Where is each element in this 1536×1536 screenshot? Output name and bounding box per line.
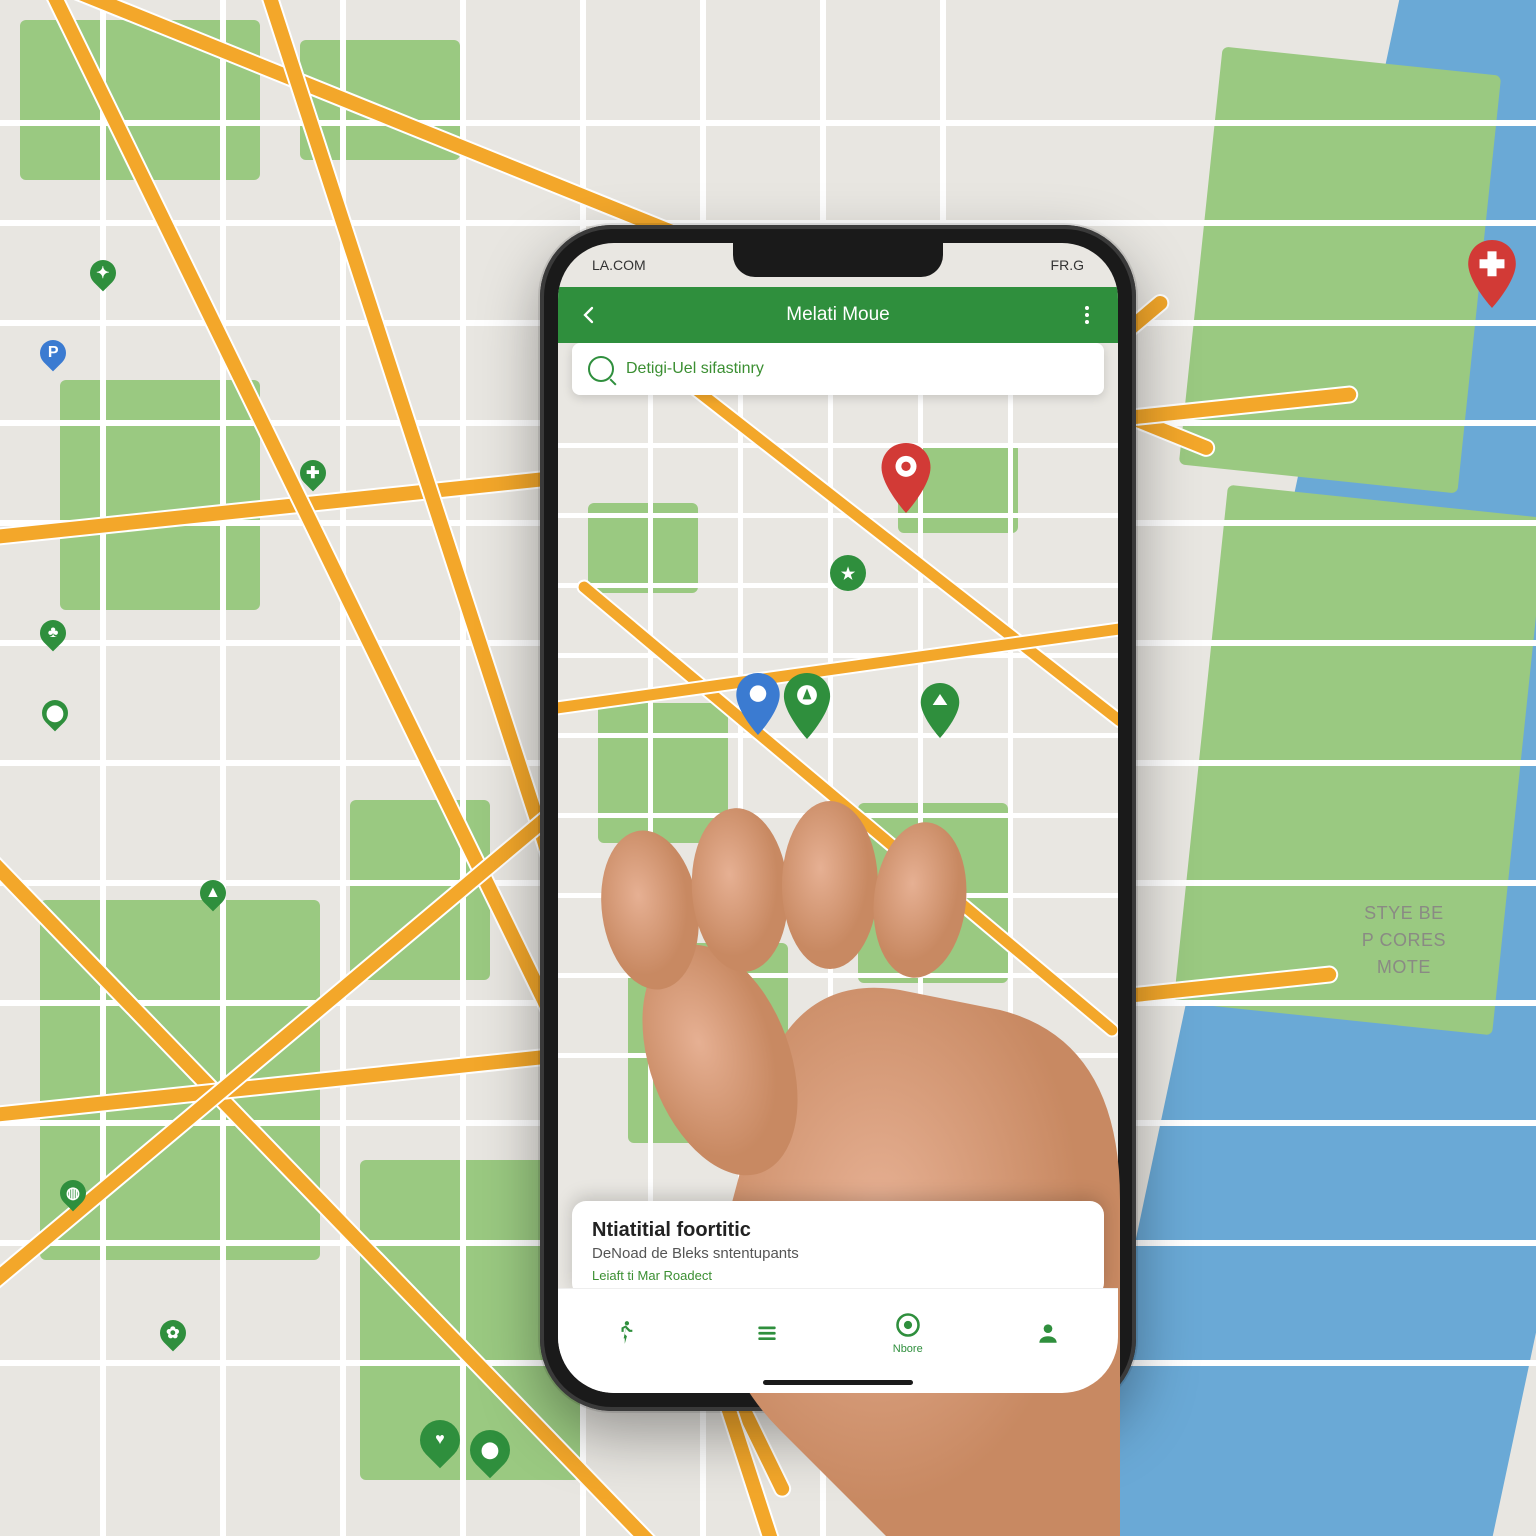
app-title: Melati Moue	[602, 304, 1074, 326]
map-pin-green[interactable]: ★	[828, 553, 868, 593]
park-block	[598, 703, 728, 843]
road-minor	[558, 893, 1118, 898]
park-block	[60, 380, 260, 610]
walk-icon	[614, 1319, 642, 1347]
search-icon	[588, 356, 614, 382]
place-link[interactable]: Leiaft ti Mar Roadect	[592, 1268, 1084, 1283]
search-placeholder: Detigi-Uel sifastinry	[626, 360, 764, 378]
tab-list[interactable]	[753, 1319, 781, 1347]
map-area-label-line: STYE BE	[1362, 900, 1446, 927]
svg-text:★: ★	[841, 566, 856, 583]
road-minor	[558, 443, 1118, 448]
road-minor	[558, 513, 1118, 518]
poi-pin-icon: ✿	[155, 1315, 192, 1352]
road-minor	[828, 393, 833, 1293]
poi-pin-icon: P	[35, 335, 72, 372]
map-pin-green-small[interactable]	[648, 983, 678, 1013]
phone-screen: LA.COM FR.G Melati Moue Detigi-Uel sifas…	[558, 243, 1118, 1393]
dot-icon	[1085, 313, 1089, 317]
dot-icon	[1085, 320, 1089, 324]
road-minor	[1008, 393, 1013, 1293]
poi-pin-icon: ⬤	[37, 695, 74, 732]
search-bar[interactable]: Detigi-Uel sifastinry	[572, 343, 1104, 395]
road-minor	[100, 0, 106, 1536]
poi-pin-icon: ✦	[85, 255, 122, 292]
road-minor	[558, 733, 1118, 738]
road-minor	[460, 0, 466, 1536]
tab-label: Nbore	[893, 1343, 923, 1355]
place-title: Ntiatitial foortitic	[592, 1219, 1084, 1242]
location-icon	[894, 1311, 922, 1339]
map-area-label-line: MOTE	[1362, 954, 1446, 981]
road-minor	[0, 120, 1536, 126]
stage: ✦ ♣ ⬤ P ✚ ▲ ◍ ✿ ♥ ⬤ STYE BE P CORES MOTE	[0, 0, 1536, 1536]
list-icon	[753, 1319, 781, 1347]
tab-walk[interactable]	[614, 1319, 642, 1347]
phone-frame: LA.COM FR.G Melati Moue Detigi-Uel sifas…	[540, 225, 1136, 1411]
map-pin-green[interactable]	[918, 683, 962, 738]
app-bar: Melati Moue	[558, 287, 1118, 343]
hospital-pin-icon	[1458, 240, 1526, 308]
road-minor	[918, 393, 923, 1293]
map-pin-green[interactable]	[780, 673, 834, 739]
place-subtitle: DeNoad de Bleks sntentupants	[592, 1245, 1084, 1262]
road-minor	[558, 973, 1118, 978]
road-minor	[648, 393, 653, 1293]
chevron-left-icon	[579, 305, 599, 325]
status-right-text: FR.G	[1051, 257, 1084, 273]
home-indicator	[763, 1380, 913, 1385]
map-pin-blue[interactable]	[733, 673, 783, 735]
map-pin-red[interactable]	[878, 443, 934, 513]
profile-icon	[1034, 1319, 1062, 1347]
park-block	[1179, 47, 1501, 494]
place-card[interactable]: Ntiatitial foortitic DeNoad de Bleks snt…	[572, 1201, 1104, 1297]
road-minor	[738, 393, 743, 1293]
road-minor	[220, 0, 226, 1536]
tab-profile[interactable]	[1034, 1319, 1062, 1347]
status-left-text: LA.COM	[592, 257, 646, 273]
road-minor	[558, 1053, 1118, 1058]
tab-bar: Nbore	[558, 1288, 1118, 1393]
back-button[interactable]	[576, 302, 602, 328]
road-minor	[558, 813, 1118, 818]
overflow-menu-button[interactable]	[1074, 302, 1100, 328]
map-area-label: STYE BE P CORES MOTE	[1362, 900, 1446, 981]
map-area-label-line: P CORES	[1362, 927, 1446, 954]
tab-location[interactable]: Nbore	[893, 1311, 923, 1355]
dot-icon	[1085, 306, 1089, 310]
phone-notch	[733, 243, 943, 277]
